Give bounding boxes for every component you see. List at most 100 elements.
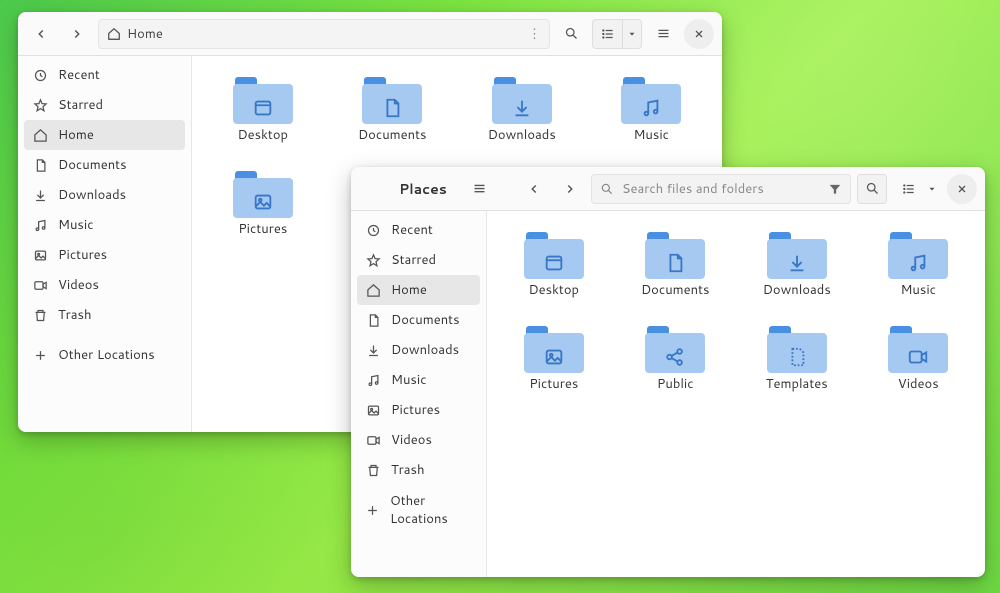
folder-label: Downloads xyxy=(488,126,556,144)
folder-desktop[interactable]: Desktop xyxy=(202,70,324,148)
sidebar-item-label: Videos xyxy=(391,431,432,449)
sidebar-item-label: Music xyxy=(391,371,427,389)
sidebar-item-trash[interactable]: Trash xyxy=(24,300,185,330)
sidebar-item-documents[interactable]: Documents xyxy=(357,305,480,335)
folder-icon xyxy=(888,229,948,279)
sidebar-item-pictures[interactable]: Pictures xyxy=(24,240,185,270)
clock-icon xyxy=(365,222,381,238)
filter-icon[interactable] xyxy=(828,182,842,196)
sidebar-item-label: Documents xyxy=(391,311,460,329)
folder-public[interactable]: Public xyxy=(619,319,733,397)
folder-icon xyxy=(888,323,948,373)
plus-icon xyxy=(365,502,380,518)
video-icon xyxy=(365,432,381,448)
sidebar-item-label: Downloads xyxy=(391,341,459,359)
sidebar-item-music[interactable]: Music xyxy=(357,365,480,395)
folder-documents[interactable]: Documents xyxy=(332,70,454,148)
sidebar-item-downloads[interactable]: Downloads xyxy=(24,180,185,210)
view-list-button[interactable] xyxy=(592,19,622,49)
back-button[interactable] xyxy=(26,19,56,49)
sidebar-item-starred[interactable]: Starred xyxy=(24,90,185,120)
view-dropdown-button[interactable] xyxy=(923,174,941,204)
sidebar-item-trash[interactable]: Trash xyxy=(357,455,480,485)
places-menu-button[interactable] xyxy=(465,174,495,204)
hamburger-menu-button[interactable] xyxy=(648,19,678,49)
sidebar-item-downloads[interactable]: Downloads xyxy=(357,335,480,365)
star-icon xyxy=(365,252,381,268)
plus-icon xyxy=(32,347,48,363)
sidebar-item-label: Pictures xyxy=(391,401,440,419)
sidebar-item-documents[interactable]: Documents xyxy=(24,150,185,180)
close-button[interactable] xyxy=(947,174,977,204)
clock-icon xyxy=(32,67,48,83)
star-icon xyxy=(32,97,48,113)
folder-downloads[interactable]: Downloads xyxy=(740,225,854,303)
folder-downloads[interactable]: Downloads xyxy=(461,70,583,148)
content-area[interactable]: Desktop Documents Downloads Music Pictur… xyxy=(487,211,985,577)
folder-pictures[interactable]: Pictures xyxy=(497,319,611,397)
folder-label: Documents xyxy=(641,281,710,299)
headerbar: Places Search files and folders xyxy=(351,167,985,211)
sidebar-item-label: Other Locations xyxy=(58,346,155,364)
sidebar-item-label: Starred xyxy=(58,96,103,114)
download-icon xyxy=(365,342,381,358)
folder-label: Pictures xyxy=(238,220,287,238)
path-menu-icon[interactable]: ⋮ xyxy=(528,25,541,43)
folder-icon xyxy=(621,74,681,124)
folder-label: Documents xyxy=(358,126,427,144)
folder-music[interactable]: Music xyxy=(862,225,976,303)
forward-button[interactable] xyxy=(555,174,585,204)
search-placeholder: Search files and folders xyxy=(622,180,820,198)
sidebar-item-pictures[interactable]: Pictures xyxy=(357,395,480,425)
folder-label: Videos xyxy=(898,375,939,393)
sidebar-item-other-locations[interactable]: Other Locations xyxy=(24,340,185,370)
search-input[interactable]: Search files and folders xyxy=(591,174,851,204)
folder-icon xyxy=(524,323,584,373)
download-icon xyxy=(32,187,48,203)
sidebar-item-music[interactable]: Music xyxy=(24,210,185,240)
home-icon xyxy=(107,27,121,41)
sidebar-item-label: Trash xyxy=(391,461,425,479)
sidebar-item-label: Pictures xyxy=(58,246,107,264)
folder-documents[interactable]: Documents xyxy=(619,225,733,303)
close-button[interactable] xyxy=(684,19,714,49)
folder-icon xyxy=(233,168,293,218)
folder-pictures[interactable]: Pictures xyxy=(202,164,324,242)
sidebar-item-label: Documents xyxy=(58,156,127,174)
folder-music[interactable]: Music xyxy=(591,70,713,148)
music-icon xyxy=(365,372,381,388)
sidebar-item-label: Starred xyxy=(391,251,436,269)
home-icon xyxy=(365,282,381,298)
sidebar-item-home[interactable]: Home xyxy=(24,120,185,150)
folder-icon xyxy=(233,74,293,124)
sidebar-item-recent[interactable]: Recent xyxy=(357,215,480,245)
sidebar-item-other-locations[interactable]: Other Locations xyxy=(357,495,480,525)
path-bar[interactable]: Home ⋮ xyxy=(98,19,550,49)
forward-button[interactable] xyxy=(62,19,92,49)
view-list-button[interactable] xyxy=(893,174,923,204)
sidebar-item-recent[interactable]: Recent xyxy=(24,60,185,90)
search-button[interactable] xyxy=(857,174,887,204)
sidebar-item-label: Recent xyxy=(58,66,100,84)
back-button[interactable] xyxy=(519,174,549,204)
folder-desktop[interactable]: Desktop xyxy=(497,225,611,303)
sidebar-item-label: Downloads xyxy=(58,186,126,204)
sidebar-item-home[interactable]: Home xyxy=(357,275,480,305)
view-dropdown-button[interactable] xyxy=(622,19,642,49)
sidebar-item-label: Home xyxy=(391,281,427,299)
sidebar-item-videos[interactable]: Videos xyxy=(24,270,185,300)
folder-icon xyxy=(767,323,827,373)
places-title: Places xyxy=(359,179,459,199)
folder-icon xyxy=(767,229,827,279)
doc-icon xyxy=(365,312,381,328)
sidebar-item-videos[interactable]: Videos xyxy=(357,425,480,455)
sidebar-item-starred[interactable]: Starred xyxy=(357,245,480,275)
home-icon xyxy=(32,127,48,143)
folder-icon xyxy=(645,323,705,373)
folder-videos[interactable]: Videos xyxy=(862,319,976,397)
picture-icon xyxy=(32,247,48,263)
sidebar-item-label: Music xyxy=(58,216,94,234)
path-label: Home xyxy=(127,25,163,43)
search-button[interactable] xyxy=(556,19,586,49)
folder-templates[interactable]: Templates xyxy=(740,319,854,397)
